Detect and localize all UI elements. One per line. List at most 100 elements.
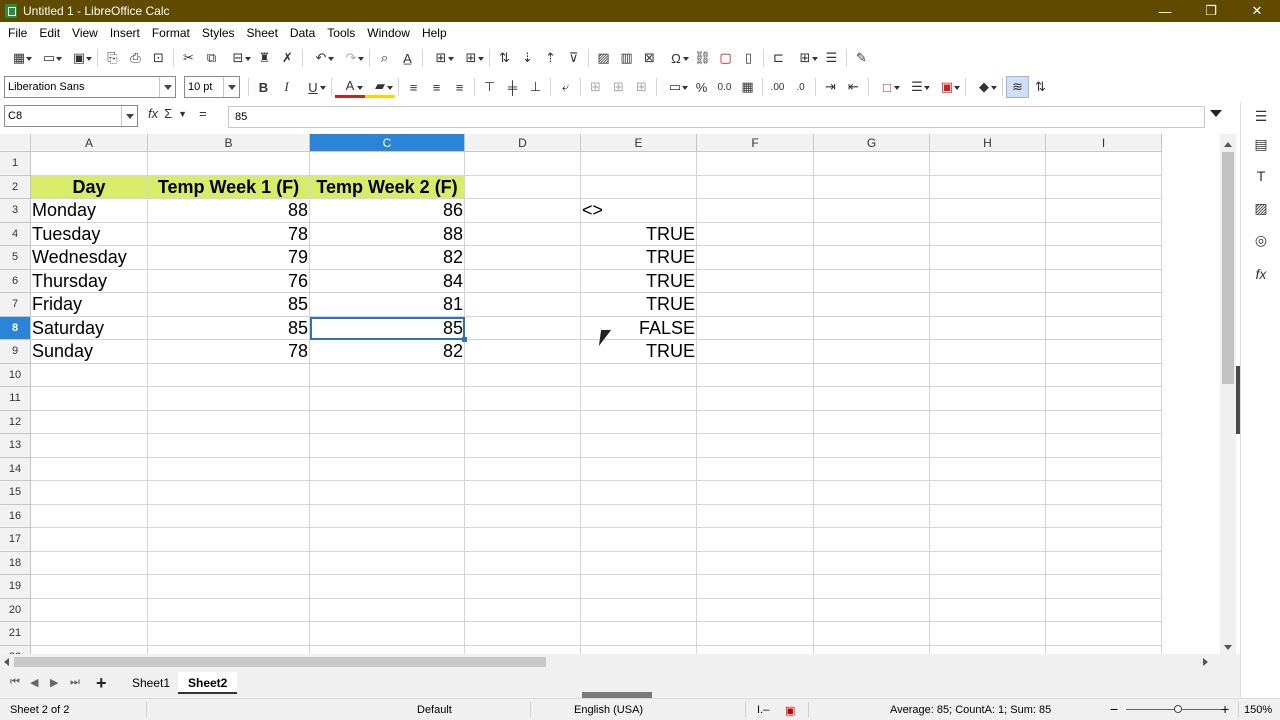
cell-d22[interactable] — [465, 645, 581, 654]
cell-h14[interactable] — [930, 457, 1046, 481]
cell-f19[interactable] — [697, 575, 814, 599]
cell-e22[interactable] — [581, 645, 697, 654]
function-wizard-icon[interactable]: fx — [148, 106, 158, 121]
cell-f12[interactable] — [697, 410, 814, 434]
cell-b15[interactable] — [148, 481, 310, 505]
cell-c15[interactable] — [310, 481, 465, 505]
cell-f14[interactable] — [697, 457, 814, 481]
cell-i8[interactable] — [1046, 316, 1162, 340]
zoom-slider-knob[interactable] — [1174, 705, 1182, 713]
chevron-down-icon[interactable] — [121, 106, 137, 126]
cell-h7[interactable] — [930, 293, 1046, 317]
cell-d15[interactable] — [465, 481, 581, 505]
row-header-8[interactable]: 8 — [0, 316, 31, 340]
functions-icon[interactable]: fx — [1251, 264, 1271, 284]
cell-i18[interactable] — [1046, 551, 1162, 575]
cell-c18[interactable] — [310, 551, 465, 575]
cell-g21[interactable] — [814, 622, 930, 646]
cell-i20[interactable] — [1046, 598, 1162, 622]
cell-d10[interactable] — [465, 363, 581, 387]
add-sheet-icon[interactable]: + — [96, 673, 107, 694]
cell-c1[interactable] — [310, 152, 465, 176]
row-header-12[interactable]: 12 — [0, 410, 31, 434]
cell-b14[interactable] — [148, 457, 310, 481]
cell-b13[interactable] — [148, 434, 310, 458]
cell-h9[interactable] — [930, 340, 1046, 364]
sort-ascending-icon[interactable]: ⇣ — [516, 47, 539, 69]
align-bottom-icon[interactable]: ⊥ — [524, 76, 547, 98]
menu-help[interactable]: Help — [416, 22, 453, 44]
row-icon[interactable]: ⊞ — [426, 47, 456, 69]
menu-sheet[interactable]: Sheet — [241, 22, 284, 44]
page-style[interactable]: Default — [417, 704, 452, 716]
maximize-button[interactable]: ❐ — [1188, 0, 1234, 22]
cell-c7[interactable]: 81 — [310, 293, 465, 317]
cell-f17[interactable] — [697, 528, 814, 552]
cell-c14[interactable] — [310, 457, 465, 481]
cell-i3[interactable] — [1046, 199, 1162, 223]
cell-e20[interactable] — [581, 598, 697, 622]
sort-icon[interactable]: ⇅ — [493, 47, 516, 69]
fill-handle[interactable] — [462, 337, 467, 342]
cell-b12[interactable] — [148, 410, 310, 434]
pivot-table-icon[interactable]: ⊠ — [638, 47, 661, 69]
cell-c12[interactable] — [310, 410, 465, 434]
cell-a21[interactable] — [31, 622, 148, 646]
cell-b1[interactable] — [148, 152, 310, 176]
clone-formatting-icon[interactable]: ♜ — [253, 47, 276, 69]
cell-f2[interactable] — [697, 175, 814, 199]
styles-icon[interactable]: T — [1251, 166, 1271, 186]
cell-a4[interactable]: Tuesday — [31, 222, 148, 246]
cell-e17[interactable] — [581, 528, 697, 552]
cell-g17[interactable] — [814, 528, 930, 552]
scroll-down-icon[interactable] — [1224, 645, 1232, 650]
cell-g3[interactable] — [814, 199, 930, 223]
find-replace-icon[interactable]: ⌕ — [373, 47, 396, 69]
autofilter-icon[interactable]: ⊽ — [562, 47, 585, 69]
row-header-19[interactable]: 19 — [0, 575, 31, 599]
row-header-7[interactable]: 7 — [0, 293, 31, 317]
cell-h13[interactable] — [930, 434, 1046, 458]
cell-f18[interactable] — [697, 551, 814, 575]
cell-e7[interactable]: TRUE — [581, 293, 697, 317]
cell-b5[interactable]: 79 — [148, 246, 310, 270]
cell-d14[interactable] — [465, 457, 581, 481]
cell-i19[interactable] — [1046, 575, 1162, 599]
row-header-18[interactable]: 18 — [0, 551, 31, 575]
cell-a19[interactable] — [31, 575, 148, 599]
cell-i7[interactable] — [1046, 293, 1162, 317]
cell-h12[interactable] — [930, 410, 1046, 434]
scroll-up-icon[interactable] — [1224, 142, 1232, 147]
sum-icon[interactable]: Σ — [164, 106, 172, 121]
cell-b20[interactable] — [148, 598, 310, 622]
cell-i9[interactable] — [1046, 340, 1162, 364]
cell-i4[interactable] — [1046, 222, 1162, 246]
cell-e14[interactable] — [581, 457, 697, 481]
column-header-c[interactable]: C — [310, 134, 465, 152]
row-header-21[interactable]: 21 — [0, 622, 31, 646]
open-folder-icon[interactable]: ▭ — [34, 47, 64, 69]
cell-g13[interactable] — [814, 434, 930, 458]
sort-descending-icon[interactable]: ⇡ — [539, 47, 562, 69]
print-icon[interactable]: ⎙ — [124, 47, 147, 69]
insert-image-icon[interactable]: ▨ — [592, 47, 615, 69]
cell-i16[interactable] — [1046, 504, 1162, 528]
cell-g22[interactable] — [814, 645, 930, 654]
cell-f9[interactable] — [697, 340, 814, 364]
cell-f7[interactable] — [697, 293, 814, 317]
cell-a9[interactable]: Sunday — [31, 340, 148, 364]
cell-g2[interactable] — [814, 175, 930, 199]
column-header-f[interactable]: F — [697, 134, 814, 152]
cell-c17[interactable] — [310, 528, 465, 552]
gallery-icon[interactable]: ▨ — [1251, 198, 1271, 218]
cell-f10[interactable] — [697, 363, 814, 387]
cell-i11[interactable] — [1046, 387, 1162, 411]
cell-a22[interactable] — [31, 645, 148, 654]
comment-icon[interactable]: ▢ — [714, 47, 737, 69]
cell-e5[interactable]: TRUE — [581, 246, 697, 270]
row-header-20[interactable]: 20 — [0, 598, 31, 622]
insert-chart-icon[interactable]: ▥ — [615, 47, 638, 69]
vertical-scroll-thumb[interactable] — [1222, 152, 1234, 384]
cell-g19[interactable] — [814, 575, 930, 599]
cell-b3[interactable]: 88 — [148, 199, 310, 223]
